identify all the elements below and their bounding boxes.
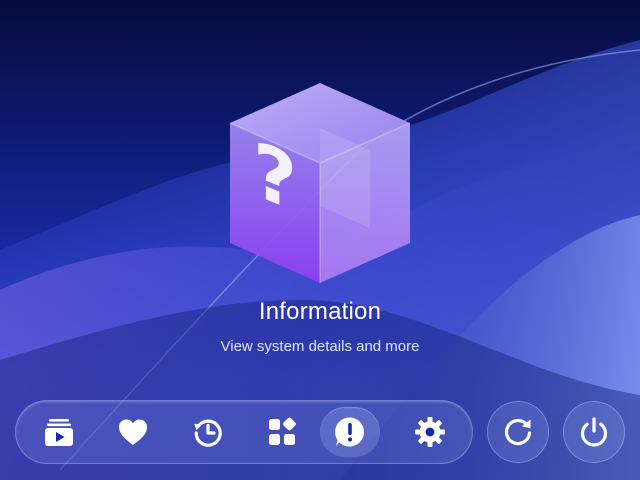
media-library-icon [45, 419, 73, 446]
dock-item-history[interactable] [178, 407, 238, 457]
home-screen: ? Information View system details and mo… [0, 0, 640, 480]
page-subtitle: View system details and more [220, 338, 420, 355]
info-alert-icon [335, 417, 364, 447]
power-icon [580, 417, 608, 447]
power-button[interactable] [563, 401, 625, 463]
question-cube-icon: ? [229, 83, 411, 283]
history-icon [194, 419, 222, 447]
heart-icon [119, 419, 147, 445]
dock-item-information[interactable] [320, 407, 380, 457]
refresh-icon [505, 418, 532, 446]
refresh-button[interactable] [487, 401, 549, 463]
svg-text:?: ? [253, 124, 297, 230]
dock-item-favorites[interactable] [103, 407, 163, 457]
dock-item-apps[interactable] [252, 407, 312, 457]
dock-item-media-library[interactable] [29, 407, 89, 457]
apps-icon [269, 417, 296, 445]
page-title: Information [258, 298, 382, 325]
dock-item-settings[interactable] [400, 407, 460, 457]
dock-bar [15, 400, 473, 464]
gear-icon [415, 417, 445, 447]
